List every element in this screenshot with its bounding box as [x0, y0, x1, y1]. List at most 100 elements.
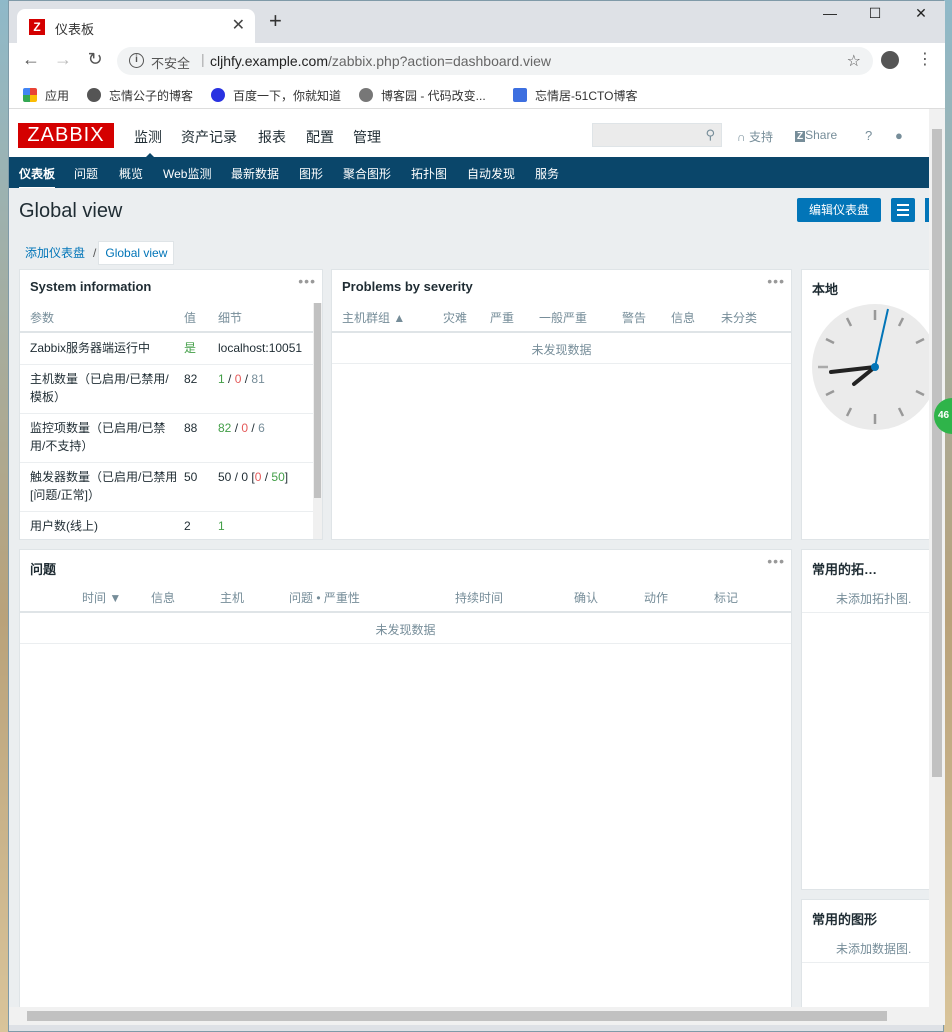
row-divider [20, 643, 791, 644]
zabbix-header: ZABBIX 监测 资产记录 报表 配置 管理 ⚲ ∩ 支持 Z Share ? … [9, 109, 929, 159]
subnav-overview[interactable]: 概览 [119, 165, 143, 182]
bookmark-51cto[interactable]: 忘情居-51CTO博客 [513, 87, 637, 104]
widget-menu-icon[interactable]: ••• [298, 273, 316, 289]
widget-title: 问题 [30, 562, 57, 577]
tab-close-icon[interactable]: ✕ [232, 15, 245, 35]
edit-dashboard-button[interactable]: 编辑仪表盘 [797, 198, 881, 222]
enabled-count: 1 [218, 372, 225, 386]
address-separator: | [201, 51, 205, 67]
scrollbar-thumb[interactable] [314, 303, 321, 498]
header-divider [20, 331, 322, 333]
ok-count: 50 [271, 470, 285, 484]
breadcrumb-dashboards[interactable]: 添加仪表盘 [19, 240, 91, 265]
subnav-screens[interactable]: 聚合图形 [343, 165, 391, 182]
info-icon[interactable]: i [129, 53, 144, 68]
sysinfo-value: 88 [184, 421, 198, 435]
browser-menu-icon[interactable]: ⋮ [917, 49, 933, 69]
subnav-latest-data[interactable]: 最新数据 [231, 165, 279, 182]
apps-icon [23, 88, 37, 102]
forward-icon[interactable]: → [51, 49, 75, 70]
support-link[interactable]: ∩ 支持 [737, 128, 773, 145]
globe-icon [87, 88, 101, 102]
scrollbar-thumb[interactable] [932, 129, 942, 777]
subnav-problems[interactable]: 问题 [74, 165, 98, 182]
account-icon[interactable] [881, 51, 899, 69]
share-label: Share [805, 128, 838, 142]
widget-favorite-maps: 常用的拓… 未添加拓扑图. [801, 549, 929, 890]
user-profile-icon[interactable]: ● [895, 128, 903, 143]
widget-title: 常用的图形 [812, 912, 878, 927]
new-tab-icon[interactable]: + [269, 10, 282, 32]
subnav-discovery[interactable]: 自动发现 [467, 165, 515, 182]
bookmark-star-icon[interactable]: ☆ [847, 51, 861, 71]
widget-title: 常用的拓… [812, 562, 878, 577]
subnav-dashboard[interactable]: 仪表板 [19, 165, 56, 189]
subnav-maps[interactable]: 拓扑图 [411, 165, 447, 182]
nav-reports[interactable]: 报表 [258, 127, 286, 147]
widget-problems: 问题 ••• 时间 ▼ 信息 主机 问题 • 严重性 持续时间 确认 动作 标记… [19, 549, 792, 1008]
breadcrumb-separator: / [93, 246, 97, 260]
breadcrumb-current[interactable]: Global view [98, 241, 175, 265]
column-header-host-group[interactable]: 主机群组 ▲ [342, 309, 405, 326]
zabbix-favicon: Z [29, 19, 45, 35]
page-horizontal-scrollbar[interactable] [9, 1007, 945, 1025]
share-link[interactable]: Z Share [795, 128, 837, 142]
column-header-time[interactable]: 时间 ▼ [82, 589, 121, 606]
column-header: 未分类 [721, 311, 758, 325]
bookmark-apps[interactable]: 应用 [23, 87, 69, 104]
sysinfo-detail: 50 / 0 [0 / 50] [218, 470, 289, 484]
browser-tab[interactable]: Z 仪表板 ✕ [17, 9, 255, 43]
dashboard-page: Global view 编辑仪表盘 添加仪表盘 / Global view Syst… [9, 188, 929, 1008]
disabled-count: 0 [234, 372, 242, 386]
cnblogs-icon [359, 88, 373, 102]
widget-title: System information [30, 279, 152, 294]
nav-configuration[interactable]: 配置 [306, 127, 334, 147]
trigger-counts: 50 / 0 [ [218, 470, 255, 484]
address-bar[interactable]: i 不安全 | cljhfy.example.com/zabbix.php?ac… [117, 47, 873, 75]
row-divider [20, 413, 322, 414]
bookmark-cnblogs[interactable]: 博客园 - 代码改变... [359, 87, 486, 104]
no-data-message: 未发现数据 [531, 343, 592, 357]
column-header: 值 [184, 311, 197, 325]
widget-menu-icon[interactable]: ••• [767, 273, 785, 289]
back-icon[interactable]: ← [19, 49, 43, 70]
subnav-services[interactable]: 服务 [535, 165, 559, 182]
bracket-close: ] [284, 470, 289, 484]
clock-face-icon [812, 304, 929, 430]
widget-menu-icon[interactable]: ••• [767, 553, 785, 569]
bookmark-baidu[interactable]: 百度一下，你就知道 [211, 87, 341, 104]
share-z-icon: Z [795, 131, 806, 142]
widget-favorite-graphs: 常用的图形 未添加数据图. [801, 899, 929, 1008]
sysinfo-param: Zabbix服务器端运行中 [30, 341, 151, 355]
tab-strip: Z 仪表板 ✕ + — ☐ ✕ [9, 1, 945, 43]
dashboard-list-icon[interactable] [891, 198, 915, 222]
maximize-icon[interactable]: ☐ [855, 5, 895, 22]
scrollbar-thumb[interactable] [27, 1011, 887, 1021]
row-divider [332, 363, 791, 364]
subnav-graphs[interactable]: 图形 [299, 165, 323, 182]
minimize-icon[interactable]: — [810, 5, 850, 21]
url-path: /zabbix.php?action=dashboard.view [328, 53, 552, 69]
sysinfo-detail: 1 [218, 519, 225, 533]
help-icon[interactable]: ? [865, 128, 872, 143]
zabbix-logo[interactable]: ZABBIX [18, 123, 114, 148]
subnav-web[interactable]: Web监测 [163, 165, 211, 182]
nav-administration[interactable]: 管理 [353, 127, 381, 147]
bookmark-label: 博客园 - 代码改变... [381, 89, 486, 103]
problem-count: 0 [254, 470, 262, 484]
widget-title: Problems by severity [342, 279, 473, 294]
nav-inventory[interactable]: 资产记录 [181, 127, 237, 147]
support-label: 支持 [748, 130, 773, 144]
page-vertical-scrollbar[interactable] [929, 109, 945, 1007]
no-data-message: 未添加拓扑图. [836, 592, 912, 606]
bookmark-blog[interactable]: 忘情公子的博客 [87, 87, 193, 104]
widget-scrollbar[interactable] [313, 303, 322, 539]
search-icon[interactable]: ⚲ [705, 127, 715, 143]
widget-system-information: System information ••• 参数 值 细节 Zabbix服务器… [19, 269, 323, 540]
headset-icon: ∩ [737, 130, 749, 144]
bookmark-label: 应用 [45, 89, 70, 103]
reload-icon[interactable]: ↻ [83, 49, 107, 70]
nav-monitoring[interactable]: 监测 [134, 127, 162, 159]
window-close-icon[interactable]: ✕ [901, 5, 941, 22]
global-search-input[interactable]: ⚲ [592, 123, 722, 147]
